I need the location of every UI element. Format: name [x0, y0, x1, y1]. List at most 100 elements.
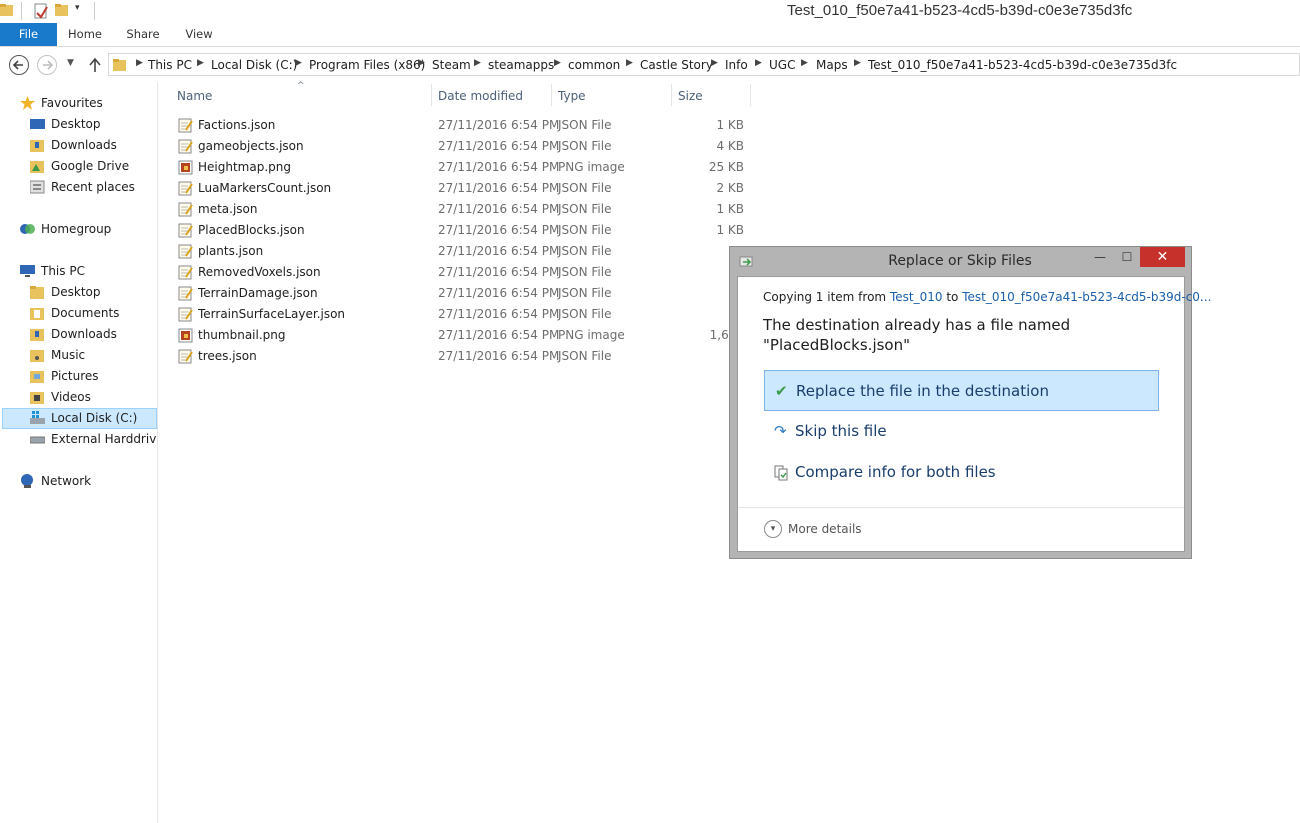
- file-row[interactable]: plants.json27/11/2016 6:54 PMJSON File1: [170, 241, 750, 262]
- downloads-folder-icon: [30, 327, 45, 341]
- file-row[interactable]: Heightmap.png 27/11/2016 6:54 PM PNG image…: [170, 157, 750, 178]
- destination-folder-link[interactable]: Test_010_f50e7a41-b523-4cd5-b39d-c0...: [962, 290, 1211, 304]
- file-row[interactable]: TerrainSurfaceLayer.json 27/11/2016 6:54 …: [170, 304, 750, 325]
- column-header-size[interactable]: Size: [678, 89, 703, 107]
- nav-label: Pictures: [51, 369, 99, 383]
- recent-locations-icon[interactable]: ▼: [67, 58, 74, 68]
- tab-home[interactable]: Home: [60, 23, 110, 46]
- title-bar: ▾ Test_010_f50e7a41-b523-4cd5-b39d-c0e3e…: [0, 0, 1300, 23]
- address-bar[interactable]: ▶ This PC ▶ Local Disk (C:) ▶ Program Fi…: [108, 53, 1300, 76]
- chevron-right-icon[interactable]: ▶: [626, 58, 633, 68]
- breadcrumb-this-pc[interactable]: This PC: [148, 58, 192, 72]
- breadcrumb-info[interactable]: Info: [725, 58, 748, 72]
- more-details-link[interactable]: More details: [788, 522, 862, 536]
- breadcrumb-maps[interactable]: Maps: [816, 58, 848, 72]
- column-divider[interactable]: [671, 84, 672, 106]
- expand-details-icon[interactable]: ▾: [764, 520, 782, 538]
- tab-share[interactable]: Share: [118, 23, 168, 46]
- back-arrow-icon: [12, 60, 23, 70]
- nav-item-external-harddrive[interactable]: External Harddrive (E: [30, 429, 157, 449]
- file-name: LuaMarkersCount.json: [198, 181, 332, 195]
- drive-icon: [30, 432, 46, 446]
- replace-file-option[interactable]: ✔ Replace the file in the destination: [764, 370, 1159, 411]
- windows-drive-icon: [30, 411, 45, 425]
- json-file-icon: [178, 349, 193, 364]
- file-row[interactable]: TerrainDamage.json 27/11/2016 6:54 PM JSON…: [170, 283, 750, 304]
- chevron-right-icon[interactable]: ▶: [295, 58, 302, 68]
- file-size: 1 KB: [716, 223, 744, 237]
- computer-icon: [20, 264, 35, 278]
- breadcrumb-steam[interactable]: Steam: [432, 58, 471, 72]
- nav-label: Music: [51, 348, 86, 362]
- chevron-right-icon[interactable]: ▶: [755, 58, 762, 68]
- tab-view[interactable]: View: [174, 23, 224, 46]
- chevron-right-icon[interactable]: ▶: [136, 58, 143, 68]
- chevron-right-icon[interactable]: ▶: [197, 58, 204, 68]
- chevron-right-icon[interactable]: ▶: [854, 58, 861, 68]
- chevron-right-icon[interactable]: ▶: [801, 58, 808, 68]
- file-row[interactable]: gameobjects.json 27/11/2016 6:54 PM JSON F…: [170, 136, 750, 157]
- file-row[interactable]: RemovedVoxels.json 27/11/2016 6:54 PM JSON…: [170, 262, 750, 283]
- file-row[interactable]: LuaMarkersCount.json 27/11/2016 6:54 PM JS…: [170, 178, 750, 199]
- forward-arrow-icon: [43, 60, 54, 70]
- option-label: Replace the file in the destination: [796, 382, 1049, 400]
- file-date: 27/11/2016 6:54 PM: [438, 349, 560, 363]
- skip-file-option[interactable]: ↷ Skip this file: [764, 411, 1159, 452]
- column-divider[interactable]: [551, 84, 552, 106]
- json-file-icon: [178, 265, 193, 280]
- file-type: JSON File: [558, 307, 612, 321]
- customize-toolbar-icon[interactable]: ▾: [75, 3, 87, 17]
- column-header-date[interactable]: Date modified: [438, 89, 523, 107]
- breadcrumb-steamapps[interactable]: steamapps: [488, 58, 554, 72]
- minimize-button[interactable]: —: [1087, 247, 1113, 267]
- breadcrumb-program-files[interactable]: Program Files (x86): [309, 58, 425, 72]
- column-divider[interactable]: [431, 84, 432, 106]
- videos-folder-icon: [30, 390, 45, 404]
- file-size: 1 KB: [716, 118, 744, 132]
- new-folder-icon[interactable]: [55, 3, 69, 17]
- column-divider[interactable]: [750, 84, 751, 106]
- forward-button[interactable]: [37, 55, 57, 75]
- file-name: plants.json: [198, 244, 264, 258]
- source-folder-link[interactable]: Test_010: [890, 290, 943, 304]
- compare-files-option[interactable]: Compare info for both files: [764, 452, 1159, 493]
- star-icon: [20, 96, 35, 110]
- option-label: Skip this file: [795, 422, 887, 440]
- file-row[interactable]: Factions.json 27/11/2016 6:54 PM JSON File…: [170, 115, 750, 136]
- copy-summary-to: to: [946, 290, 959, 304]
- file-name: Heightmap.png: [198, 160, 291, 174]
- png-file-icon: [178, 328, 193, 343]
- nav-label: Network: [41, 474, 92, 488]
- maximize-button[interactable]: ☐: [1114, 247, 1140, 267]
- chevron-right-icon[interactable]: ▶: [554, 58, 561, 68]
- close-button[interactable]: ✕: [1140, 247, 1185, 267]
- tab-file[interactable]: File: [0, 23, 57, 46]
- column-header-type[interactable]: Type: [558, 89, 586, 107]
- breadcrumb-local-disk[interactable]: Local Disk (C:): [211, 58, 297, 72]
- file-row[interactable]: thumbnail.png 27/11/2016 6:54 PM PNG image…: [170, 325, 750, 346]
- dialog-footer-divider: [738, 507, 1184, 508]
- file-type: JSON File: [558, 349, 612, 363]
- chevron-right-icon[interactable]: ▶: [711, 58, 718, 68]
- file-row[interactable]: meta.json 27/11/2016 6:54 PM JSON File 1 KB: [170, 199, 750, 220]
- file-row[interactable]: PlacedBlocks.json 27/11/2016 6:54 PM JSON …: [170, 220, 750, 241]
- breadcrumb-common[interactable]: common: [568, 58, 620, 72]
- column-header-name[interactable]: Name: [177, 89, 212, 107]
- documents-folder-icon: [30, 306, 45, 320]
- breadcrumb-current-folder[interactable]: Test_010_f50e7a41-b523-4cd5-b39d-c0e3e73…: [868, 58, 1177, 72]
- properties-icon[interactable]: [33, 3, 49, 19]
- copy-summary: Copying 1 item from Test_010 to Test_010…: [763, 290, 1211, 304]
- back-button[interactable]: [9, 55, 29, 75]
- up-arrow-icon[interactable]: [88, 57, 102, 73]
- breadcrumb-castle-story[interactable]: Castle Story: [640, 58, 713, 72]
- nav-label: Local Disk (C:): [51, 411, 138, 425]
- chevron-right-icon[interactable]: ▶: [474, 58, 481, 68]
- chevron-right-icon[interactable]: ▶: [418, 58, 425, 68]
- nav-label: External Harddrive (E: [51, 432, 157, 446]
- separator: [94, 2, 95, 20]
- breadcrumb-ugc[interactable]: UGC: [769, 58, 795, 72]
- file-date: 27/11/2016 6:54 PM: [438, 181, 560, 195]
- json-file-icon: [178, 202, 193, 217]
- nav-label: Desktop: [51, 285, 101, 299]
- file-row[interactable]: trees.json27/11/2016 6:54 PMJSON File8: [170, 346, 750, 367]
